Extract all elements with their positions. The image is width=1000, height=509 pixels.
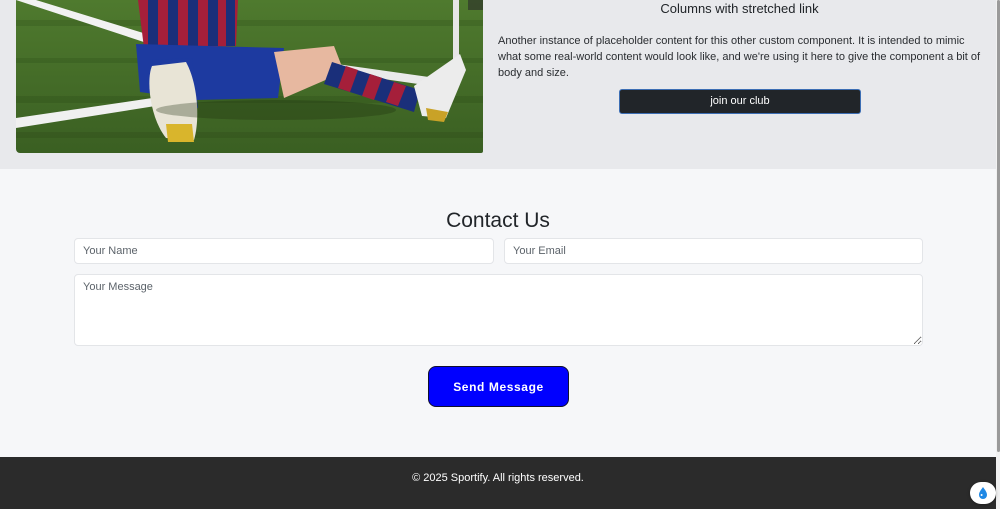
join-club-button[interactable]: join our club: [619, 89, 861, 114]
message-textarea[interactable]: [74, 274, 923, 346]
card-title: Columns with stretched link: [660, 1, 819, 16]
send-message-button[interactable]: Send Message: [428, 366, 569, 407]
email-input[interactable]: [504, 238, 923, 264]
footer: © 2025 Sportify. All rights reserved.: [0, 457, 996, 509]
name-input[interactable]: [74, 238, 494, 264]
card-text: Another instance of placeholder content …: [498, 35, 981, 79]
card-section: Columns with stretched link Another inst…: [0, 0, 996, 169]
droplet-icon: [979, 487, 987, 499]
card-image[interactable]: [16, 0, 483, 153]
floating-widget-button[interactable]: [970, 482, 996, 504]
contact-title: Contact Us: [446, 209, 550, 232]
page: Columns with stretched link Another inst…: [0, 0, 1000, 509]
football-player-image: [16, 0, 483, 153]
copyright-text: © 2025 Sportify. All rights reserved.: [412, 472, 584, 484]
